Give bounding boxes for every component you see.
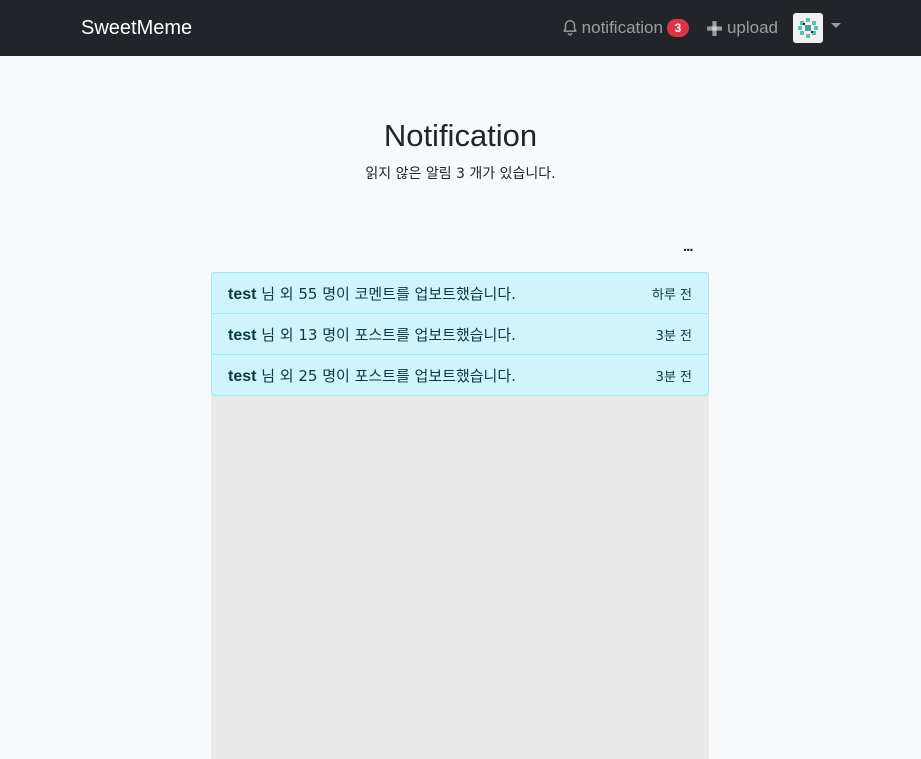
navbar: SweetMeme notification 3 upload bbox=[0, 0, 921, 56]
notification-message: 님 외 25 명이 포스트를 업보트했습니다. bbox=[256, 366, 516, 385]
notification-item[interactable]: test 님 외 55 명이 코멘트를 업보트했습니다. 하루 전 bbox=[212, 273, 708, 313]
notification-user[interactable]: test bbox=[228, 327, 256, 344]
avatar bbox=[793, 13, 823, 43]
user-menu-toggle[interactable] bbox=[793, 13, 841, 43]
notification-user[interactable]: test bbox=[228, 368, 256, 385]
notification-item[interactable]: test 님 외 13 명이 포스트를 업보트했습니다. 3분 전 bbox=[212, 313, 708, 354]
notification-time: 하루 전 bbox=[651, 287, 692, 303]
notification-user[interactable]: test bbox=[228, 286, 256, 303]
notification-message: 님 외 55 명이 코멘트를 업보트했습니다. bbox=[256, 284, 516, 303]
notification-item[interactable]: test 님 외 25 명이 포스트를 업보트했습니다. 3분 전 bbox=[212, 354, 708, 395]
upload-label: upload bbox=[726, 18, 778, 37]
notification-list: test 님 외 55 명이 코멘트를 업보트했습니다. 하루 전 test 님… bbox=[211, 272, 709, 396]
notification-text: test 님 외 25 명이 포스트를 업보트했습니다. bbox=[228, 365, 516, 386]
notification-time: 3분 전 bbox=[655, 369, 692, 385]
page-title: Notification bbox=[383, 118, 538, 153]
brand-logo[interactable]: SweetMeme bbox=[81, 14, 192, 42]
notification-message: 님 외 13 명이 포스트를 업보트했습니다. bbox=[256, 325, 516, 344]
notification-link[interactable]: notification 3 bbox=[561, 18, 689, 38]
identicon-icon bbox=[798, 18, 818, 38]
upload-link[interactable]: upload bbox=[706, 18, 778, 38]
notification-text: test 님 외 13 명이 포스트를 업보트했습니다. bbox=[228, 324, 516, 345]
notification-time: 3분 전 bbox=[655, 328, 692, 344]
notification-count-badge: 3 bbox=[666, 19, 689, 37]
notification-label: notification bbox=[581, 18, 663, 37]
more-options-button[interactable]: ... bbox=[683, 238, 693, 255]
unread-count-text: 읽지 않은 알림 3 개가 있습니다. bbox=[365, 166, 556, 182]
bell-icon bbox=[563, 19, 577, 36]
navbar-right: notification 3 upload bbox=[561, 0, 841, 56]
plus-icon bbox=[707, 20, 722, 36]
chevron-down-icon bbox=[831, 22, 841, 28]
notification-text: test 님 외 55 명이 코멘트를 업보트했습니다. bbox=[228, 283, 516, 304]
